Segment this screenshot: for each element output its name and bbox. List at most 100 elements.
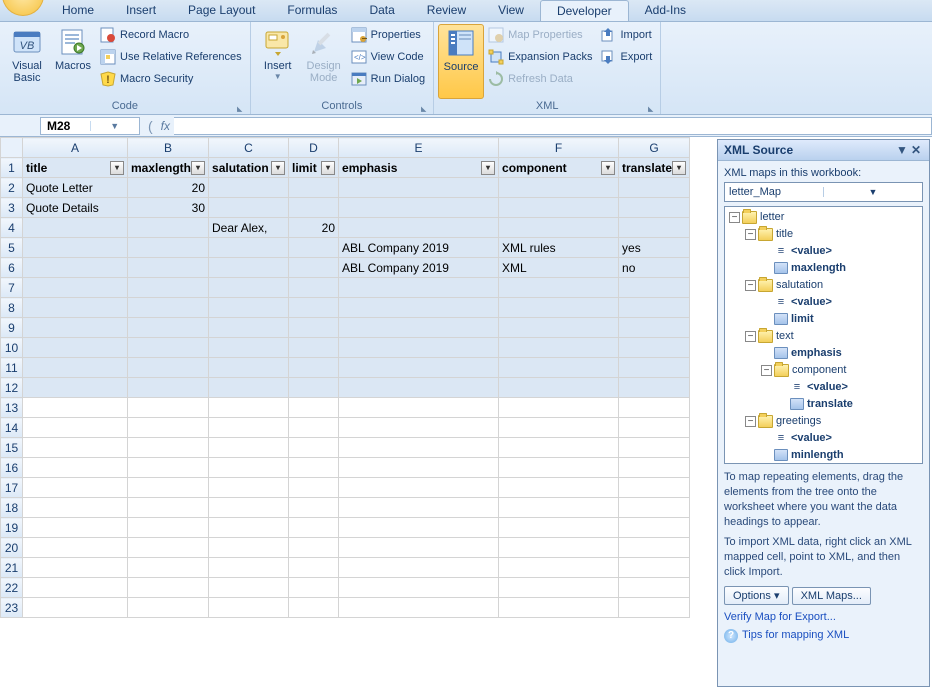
cell-A1[interactable]: title▾ xyxy=(23,158,128,178)
cell-B18[interactable] xyxy=(128,498,209,518)
macro-security-button[interactable]: !Macro Security xyxy=(96,68,246,90)
name-box-dropdown-icon[interactable]: ▼ xyxy=(90,121,140,131)
cell-F10[interactable] xyxy=(499,338,619,358)
options-button[interactable]: Options ▾ xyxy=(724,586,789,605)
cell-F17[interactable] xyxy=(499,478,619,498)
visual-basic-button[interactable]: VB Visual Basic xyxy=(4,24,50,99)
cell-F14[interactable] xyxy=(499,418,619,438)
cell-C15[interactable] xyxy=(209,438,289,458)
cell-F15[interactable] xyxy=(499,438,619,458)
filter-dropdown-icon[interactable]: ▾ xyxy=(110,161,124,175)
cell-B5[interactable] xyxy=(128,238,209,258)
cell-A11[interactable] xyxy=(23,358,128,378)
cell-C17[interactable] xyxy=(209,478,289,498)
cell-A23[interactable] xyxy=(23,598,128,618)
xml-export-button[interactable]: Export xyxy=(596,46,656,68)
cell-E20[interactable] xyxy=(339,538,499,558)
tab-view[interactable]: View xyxy=(482,0,540,21)
row-header-23[interactable]: 23 xyxy=(1,598,23,618)
cell-G3[interactable] xyxy=(619,198,690,218)
tab-formulas[interactable]: Formulas xyxy=(271,0,353,21)
column-header-E[interactable]: E xyxy=(339,138,499,158)
cell-E19[interactable] xyxy=(339,518,499,538)
cell-D7[interactable] xyxy=(289,278,339,298)
row-header-11[interactable]: 11 xyxy=(1,358,23,378)
cell-G23[interactable] xyxy=(619,598,690,618)
cell-A2[interactable]: Quote Letter xyxy=(23,178,128,198)
cell-F7[interactable] xyxy=(499,278,619,298)
view-code-button[interactable]: </>View Code xyxy=(347,46,429,68)
row-header-8[interactable]: 8 xyxy=(1,298,23,318)
cell-B4[interactable] xyxy=(128,218,209,238)
cell-B8[interactable] xyxy=(128,298,209,318)
cell-C16[interactable] xyxy=(209,458,289,478)
cell-G19[interactable] xyxy=(619,518,690,538)
cell-G12[interactable] xyxy=(619,378,690,398)
cell-G17[interactable] xyxy=(619,478,690,498)
cell-F18[interactable] xyxy=(499,498,619,518)
row-header-9[interactable]: 9 xyxy=(1,318,23,338)
cell-A19[interactable] xyxy=(23,518,128,538)
tree-node-text[interactable]: −textemphasis−component≡<value>translate xyxy=(745,328,920,413)
tree-node-greetings[interactable]: −greetings≡<value>minlength xyxy=(745,413,920,464)
use-relative-references-button[interactable]: Use Relative References xyxy=(96,46,246,68)
cell-C11[interactable] xyxy=(209,358,289,378)
cell-F19[interactable] xyxy=(499,518,619,538)
cell-E11[interactable] xyxy=(339,358,499,378)
design-mode-button[interactable]: Design Mode xyxy=(301,24,347,99)
tab-developer[interactable]: Developer xyxy=(540,0,629,21)
cell-F4[interactable] xyxy=(499,218,619,238)
cell-E23[interactable] xyxy=(339,598,499,618)
tree-toggle-icon[interactable]: − xyxy=(729,212,740,223)
cell-A7[interactable] xyxy=(23,278,128,298)
cell-G6[interactable]: no xyxy=(619,258,690,278)
cell-G10[interactable] xyxy=(619,338,690,358)
cell-B11[interactable] xyxy=(128,358,209,378)
cell-C6[interactable] xyxy=(209,258,289,278)
cell-E22[interactable] xyxy=(339,578,499,598)
column-header-D[interactable]: D xyxy=(289,138,339,158)
xml-import-button[interactable]: Import xyxy=(596,24,656,46)
cell-D3[interactable] xyxy=(289,198,339,218)
cell-F11[interactable] xyxy=(499,358,619,378)
cell-G1[interactable]: translate▾ xyxy=(619,158,690,178)
cell-E9[interactable] xyxy=(339,318,499,338)
cell-C9[interactable] xyxy=(209,318,289,338)
cell-C7[interactable] xyxy=(209,278,289,298)
cell-C13[interactable] xyxy=(209,398,289,418)
cell-E1[interactable]: emphasis▾ xyxy=(339,158,499,178)
cell-E14[interactable] xyxy=(339,418,499,438)
cell-B13[interactable] xyxy=(128,398,209,418)
row-header-15[interactable]: 15 xyxy=(1,438,23,458)
cell-G2[interactable] xyxy=(619,178,690,198)
tree-node-salutation[interactable]: −salutation≡<value>limit xyxy=(745,277,920,328)
tree-node-title[interactable]: −title≡<value>maxlength xyxy=(745,226,920,277)
row-header-10[interactable]: 10 xyxy=(1,338,23,358)
cell-D22[interactable] xyxy=(289,578,339,598)
cell-G4[interactable] xyxy=(619,218,690,238)
row-header-13[interactable]: 13 xyxy=(1,398,23,418)
tree-node-maxlength[interactable]: maxlength xyxy=(761,260,920,277)
cell-G16[interactable] xyxy=(619,458,690,478)
cell-B2[interactable]: 20 xyxy=(128,178,209,198)
cell-E6[interactable]: ABL Company 2019 xyxy=(339,258,499,278)
cell-D17[interactable] xyxy=(289,478,339,498)
tab-data[interactable]: Data xyxy=(353,0,410,21)
cell-B15[interactable] xyxy=(128,438,209,458)
macros-button[interactable]: Macros xyxy=(50,24,96,99)
cell-A14[interactable] xyxy=(23,418,128,438)
cell-A17[interactable] xyxy=(23,478,128,498)
cell-B9[interactable] xyxy=(128,318,209,338)
cell-A13[interactable] xyxy=(23,398,128,418)
cell-D10[interactable] xyxy=(289,338,339,358)
tree-toggle-icon[interactable]: − xyxy=(745,331,756,342)
cell-G14[interactable] xyxy=(619,418,690,438)
cell-E3[interactable] xyxy=(339,198,499,218)
cell-A6[interactable] xyxy=(23,258,128,278)
cell-F21[interactable] xyxy=(499,558,619,578)
cell-D6[interactable] xyxy=(289,258,339,278)
cell-B16[interactable] xyxy=(128,458,209,478)
cell-A16[interactable] xyxy=(23,458,128,478)
row-header-14[interactable]: 14 xyxy=(1,418,23,438)
cell-A12[interactable] xyxy=(23,378,128,398)
